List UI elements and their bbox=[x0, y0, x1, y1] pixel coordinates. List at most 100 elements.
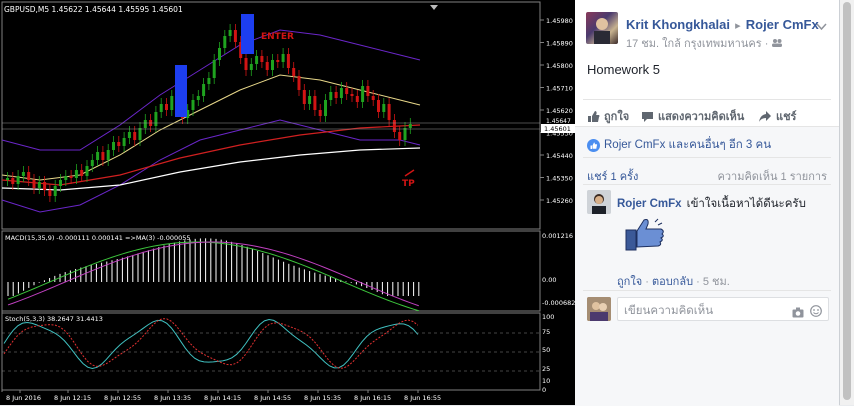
candle bbox=[74, 170, 78, 178]
share-button[interactable]: แชร์ bbox=[758, 107, 796, 125]
candle bbox=[286, 54, 290, 68]
candle bbox=[350, 94, 354, 96]
candle bbox=[59, 180, 62, 186]
thumbs-up-icon bbox=[588, 110, 600, 122]
group-privacy-icon bbox=[771, 38, 783, 50]
buy-signal-box bbox=[241, 14, 254, 54]
candle bbox=[106, 150, 110, 160]
post-location[interactable]: ใกล้ กรุงเทพมหานคร bbox=[662, 38, 762, 50]
candle bbox=[218, 48, 221, 60]
candle bbox=[16, 176, 20, 184]
stoch-main-line bbox=[3, 318, 419, 369]
post-options-icon[interactable] bbox=[816, 16, 827, 35]
macd-tick-label: 0.001216 bbox=[542, 232, 573, 240]
comment-bubble-icon bbox=[642, 111, 653, 122]
candle bbox=[271, 60, 274, 70]
divider bbox=[583, 157, 831, 158]
candle bbox=[281, 54, 285, 62]
candle bbox=[37, 182, 41, 188]
candle bbox=[308, 96, 312, 104]
reactions-summary[interactable]: Rojer CmFx และคนอื่นๆ อีก 3 คน bbox=[587, 136, 771, 154]
trading-chart[interactable]: 1.45980 1.45890 1.45800 1.45710 1.45620 1.455… bbox=[0, 0, 575, 405]
divider bbox=[583, 290, 831, 291]
candle bbox=[233, 30, 237, 42]
comment-button[interactable]: แสดงความคิดเห็น bbox=[641, 107, 744, 125]
page-scrollbar[interactable] bbox=[840, 0, 854, 405]
like-button[interactable]: ถูกใจ bbox=[587, 107, 629, 125]
current-price-label: 1.45601 bbox=[544, 125, 571, 133]
macd-panel-frame bbox=[1, 230, 541, 312]
candle bbox=[43, 182, 47, 190]
divider bbox=[583, 184, 831, 185]
comment-like-link[interactable]: ถูกใจ bbox=[617, 276, 642, 288]
candle bbox=[371, 96, 375, 100]
candle bbox=[191, 100, 195, 110]
candle bbox=[101, 152, 105, 160]
candle bbox=[244, 58, 248, 70]
stoch-tick-label: 25 bbox=[542, 365, 550, 373]
candle bbox=[265, 62, 269, 70]
candle bbox=[32, 180, 36, 188]
time-tick-label: 8 Jun 16:55 bbox=[404, 394, 441, 402]
candle bbox=[48, 190, 52, 196]
candle bbox=[403, 128, 407, 140]
time-tick-label: 8 Jun 16:15 bbox=[354, 394, 391, 402]
price-tick-label: 1.45800 bbox=[546, 62, 573, 70]
candle bbox=[6, 178, 9, 180]
share-button-label: แชร์ bbox=[776, 111, 797, 123]
commenter-avatar[interactable] bbox=[587, 190, 611, 214]
candle bbox=[196, 96, 200, 100]
like-button-label: ถูกใจ bbox=[604, 111, 630, 123]
candle bbox=[387, 104, 391, 120]
candle bbox=[255, 56, 259, 64]
shares-count[interactable]: แชร์ 1 ครั้ง bbox=[587, 167, 638, 185]
macd-tick-label: -0.000682 bbox=[542, 299, 575, 307]
comments-count[interactable]: ความคิดเห็น 1 รายการ bbox=[717, 167, 827, 185]
comment-time[interactable]: 5 ชม. bbox=[703, 276, 730, 288]
camera-icon[interactable] bbox=[792, 303, 804, 322]
commenter-name[interactable]: Rojer CmFx bbox=[617, 198, 682, 210]
facebook-post: Krit Khongkhalai ▸ Rojer CmFx 17 ชม. ใกล… bbox=[575, 0, 840, 406]
candle bbox=[392, 120, 396, 132]
author-line: Krit Khongkhalai ▸ Rojer CmFx bbox=[626, 14, 819, 33]
candle bbox=[138, 128, 142, 140]
candle bbox=[339, 88, 343, 98]
candle bbox=[313, 96, 317, 110]
candle bbox=[154, 112, 158, 126]
candle bbox=[228, 30, 232, 36]
candle bbox=[143, 120, 147, 128]
candle bbox=[207, 78, 211, 84]
panel-menu-icon[interactable] bbox=[430, 5, 438, 10]
author-avatar[interactable] bbox=[586, 12, 618, 44]
comment-input-placeholder: เขียนความคิดเห็น bbox=[624, 305, 714, 317]
price-tick-label: 1.45350 bbox=[546, 175, 573, 183]
candle bbox=[297, 76, 301, 90]
candle bbox=[80, 170, 84, 176]
candle bbox=[377, 100, 380, 112]
chart-canvas: 1.459801.458901.458001.457101.456201.455… bbox=[1, 1, 575, 402]
candle bbox=[361, 86, 365, 102]
candle bbox=[127, 132, 131, 138]
post-header: Krit Khongkhalai ▸ Rojer CmFx 17 ชม. ใกล… bbox=[575, 12, 839, 50]
divider bbox=[583, 99, 831, 100]
like-reaction-icon bbox=[587, 138, 600, 152]
post-time[interactable]: 17 ชม. bbox=[626, 38, 659, 50]
candle bbox=[122, 138, 126, 146]
my-avatar bbox=[587, 297, 611, 321]
candle bbox=[260, 56, 264, 62]
comment-reply-link[interactable]: ตอบกลับ bbox=[652, 276, 693, 288]
stoch-tick-label: 0 bbox=[542, 386, 546, 394]
stoch-panel-frame bbox=[1, 312, 541, 391]
group-name[interactable]: Rojer CmFx bbox=[746, 17, 819, 32]
comment-input[interactable]: เขียนความคิดเห็น bbox=[617, 297, 829, 321]
thumbs-up-sticker-icon bbox=[625, 217, 667, 257]
candle bbox=[64, 176, 68, 180]
candle bbox=[212, 60, 216, 78]
emoji-icon[interactable] bbox=[810, 302, 822, 321]
stoch-tick-label: 100 bbox=[542, 313, 554, 321]
share-arrow-icon bbox=[759, 110, 771, 122]
price-tick-label: 1.45620 bbox=[546, 107, 573, 115]
share-arrow-icon: ▸ bbox=[735, 20, 741, 32]
author-name[interactable]: Krit Khongkhalai bbox=[626, 17, 730, 32]
scrollbar-thumb[interactable] bbox=[843, 2, 851, 400]
